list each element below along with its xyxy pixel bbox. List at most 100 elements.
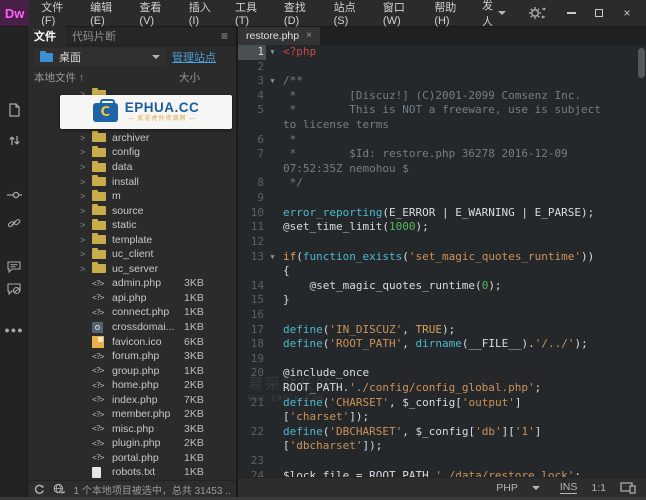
menu-item[interactable]: 编辑(E) <box>78 0 127 27</box>
device-preview-icon[interactable] <box>620 482 636 494</box>
tree-file-row[interactable]: <?>portal.php1KB <box>28 451 236 466</box>
tab-close-icon[interactable]: × <box>306 30 312 41</box>
tree-file-row[interactable]: <?>forum.php3KB <box>28 349 236 364</box>
file-transfer-icon[interactable] <box>0 129 28 151</box>
code-line[interactable]: to license terms <box>238 118 646 133</box>
sync-settings-button[interactable] <box>516 6 558 20</box>
new-file-icon[interactable] <box>0 99 28 121</box>
tree-folder-row[interactable]: >data <box>28 160 236 175</box>
menu-item[interactable]: 工具(T) <box>223 0 272 27</box>
tree-file-row[interactable]: <?>misc.php3KB <box>28 422 236 437</box>
refresh-icon[interactable] <box>34 484 45 495</box>
tree-file-row[interactable]: <?>home.php2KB <box>28 378 236 393</box>
code-line[interactable]: ['dbcharset']); <box>238 439 646 454</box>
code-line[interactable]: { <box>238 264 646 279</box>
tree-file-row[interactable]: favicon.ico6KB <box>28 334 236 349</box>
code-line[interactable]: 11@set_time_limit(1000); <box>238 220 646 235</box>
code-line[interactable]: 12 <box>238 235 646 250</box>
tree-folder-row[interactable]: >uc_client <box>28 247 236 262</box>
tree-folder-row[interactable]: >source <box>28 203 236 218</box>
code-line[interactable]: 4 * [Discuz!] (C)2001-2099 Comsenz Inc. <box>238 89 646 104</box>
chevron-right-icon[interactable]: > <box>80 264 92 274</box>
fold-arrow-icon[interactable]: ▼ <box>266 250 279 265</box>
code-line[interactable]: 5 * This is NOT a freeware, use is subje… <box>238 103 646 118</box>
chevron-right-icon[interactable]: > <box>80 177 92 187</box>
tab-snippets[interactable]: 代码片断 <box>66 26 126 46</box>
code-line[interactable]: 16 <box>238 308 646 323</box>
chevron-right-icon[interactable]: > <box>80 191 92 201</box>
fold-arrow-icon[interactable]: ▼ <box>266 45 279 60</box>
comment-off-icon[interactable] <box>0 278 28 300</box>
code-line[interactable]: 3▼/** <box>238 74 646 89</box>
site-selector[interactable]: 桌面 <box>34 48 166 66</box>
insert-mode-indicator[interactable]: INS <box>560 481 578 494</box>
globe-edit-icon[interactable] <box>53 483 66 495</box>
manage-sites-link[interactable]: 管理站点 <box>172 49 216 65</box>
more-icon[interactable]: ●●● <box>0 319 28 341</box>
code-line[interactable]: 13▼if(function_exists('set_magic_quotes_… <box>238 250 646 265</box>
tree-folder-row[interactable]: >static <box>28 218 236 233</box>
minimize-button[interactable] <box>558 3 584 23</box>
code-line[interactable]: 2 <box>238 60 646 75</box>
maximize-button[interactable] <box>586 3 612 23</box>
column-local-files[interactable]: 本地文件 ↑ <box>34 70 84 85</box>
close-button[interactable]: × <box>614 3 640 23</box>
code-line[interactable]: 21define('CHARSET', $_config['output'] <box>238 396 646 411</box>
tree-folder-row[interactable]: >template <box>28 232 236 247</box>
tree-file-row[interactable]: <?>plugin.php2KB <box>28 436 236 451</box>
tree-file-row[interactable]: robots.txt1KB <box>28 465 236 480</box>
comment-icon[interactable] <box>0 256 28 278</box>
chevron-right-icon[interactable]: > <box>80 133 92 143</box>
link-code-icon[interactable] <box>0 212 28 234</box>
code-line[interactable]: 8 */ <box>238 176 646 191</box>
tree-file-row[interactable]: crossdomai...1KB <box>28 320 236 335</box>
tree-folder-row[interactable]: >archiver <box>28 131 236 146</box>
code-line[interactable]: 24$lock_file = ROOT_PATH.'./data/restore… <box>238 469 646 477</box>
column-size[interactable]: 大小 <box>179 70 230 85</box>
code-line[interactable]: 22define('DBCHARSET', $_config['db']['1'… <box>238 425 646 440</box>
menu-item[interactable]: 帮助(H) <box>422 0 472 27</box>
tree-file-row[interactable]: <?>index.php7KB <box>28 392 236 407</box>
tree-file-row[interactable]: <?>member.php2KB <box>28 407 236 422</box>
code-line[interactable]: 17define('IN_DISCUZ', TRUE); <box>238 323 646 338</box>
fold-arrow-icon[interactable]: ▼ <box>266 74 279 89</box>
code-line[interactable]: ROOT_PATH.'./config/config_global.php'; <box>238 381 646 396</box>
chevron-right-icon[interactable]: > <box>80 249 92 259</box>
code-line[interactable]: 6 * <box>238 133 646 148</box>
chevron-right-icon[interactable]: > <box>80 147 92 157</box>
vertical-scrollbar[interactable] <box>638 48 645 78</box>
tree-folder-row[interactable]: >config <box>28 145 236 160</box>
tree-file-row[interactable]: <?>group.php1KB <box>28 363 236 378</box>
code-line[interactable]: 7 * $Id: restore.php 36278 2016-12-09 <box>238 147 646 162</box>
panel-grip[interactable]: ·· <box>32 27 39 32</box>
chevron-right-icon[interactable]: > <box>80 206 92 216</box>
chevron-right-icon[interactable]: > <box>80 220 92 230</box>
code-line[interactable]: 07:52:35Z nemohou $ <box>238 162 646 177</box>
code-line[interactable]: 14 @set_magic_quotes_runtime(0); <box>238 279 646 294</box>
code-line[interactable]: 9 <box>238 191 646 206</box>
chevron-right-icon[interactable]: > <box>80 162 92 172</box>
document-tab[interactable]: restore.php × <box>238 27 320 45</box>
menu-item[interactable]: 窗口(W) <box>371 0 422 27</box>
code-line[interactable]: 20@include_once <box>238 366 646 381</box>
code-line[interactable]: ['charset']); <box>238 410 646 425</box>
menu-item[interactable]: 查看(V) <box>127 0 176 27</box>
code-line[interactable]: 10error_reporting(E_ERROR | E_WARNING | … <box>238 206 646 221</box>
tree-file-row[interactable]: <?>connect.php1KB <box>28 305 236 320</box>
language-selector[interactable]: PHP <box>490 481 546 495</box>
code-line[interactable]: 18define('ROOT_PATH', dirname(__FILE__).… <box>238 337 646 352</box>
code-line[interactable]: 23 <box>238 454 646 469</box>
app-logo[interactable]: Dw <box>0 0 29 26</box>
code-line[interactable]: 15} <box>238 293 646 308</box>
menu-item[interactable]: 文件(F) <box>29 0 78 27</box>
panel-menu-icon[interactable]: ≡ <box>221 29 236 43</box>
menu-item[interactable]: 查找(D) <box>272 0 322 27</box>
menu-item[interactable]: 站点(S) <box>322 0 371 27</box>
tree-folder-row[interactable]: >uc_server <box>28 262 236 277</box>
tree-folder-row[interactable]: >install <box>28 174 236 189</box>
code-line[interactable]: 1▼<?php <box>238 45 646 60</box>
tree-file-row[interactable]: <?>api.php1KB <box>28 291 236 306</box>
code-line[interactable]: 19 <box>238 352 646 367</box>
chevron-right-icon[interactable]: > <box>80 235 92 245</box>
tree-file-row[interactable]: <?>admin.php3KB <box>28 276 236 291</box>
